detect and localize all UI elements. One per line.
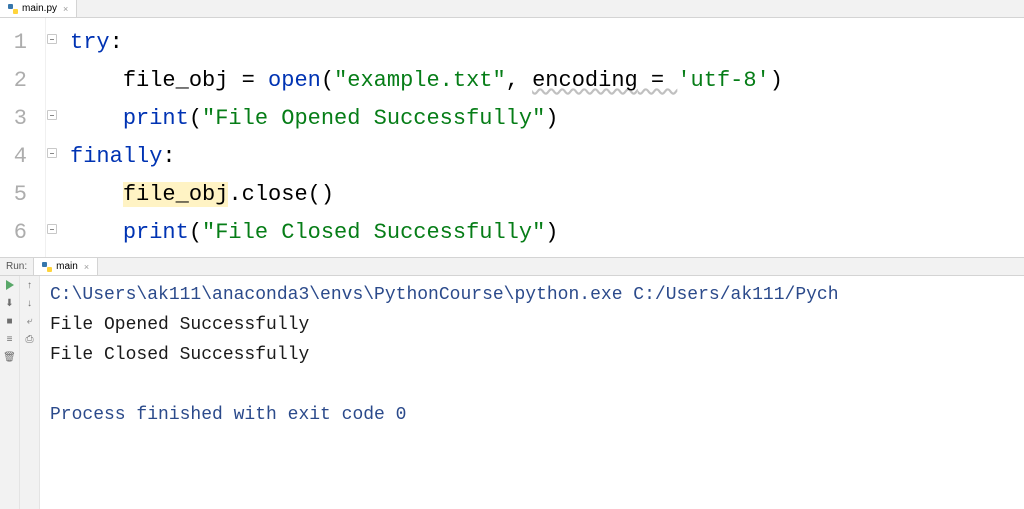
wrap-icon[interactable]: ⤶ <box>24 315 36 327</box>
line-number-gutter: 1 2 3 4 5 6 <box>0 18 46 257</box>
line-number: 4 <box>0 138 27 176</box>
variable: file_obj <box>123 68 229 93</box>
line-number: 3 <box>0 100 27 138</box>
up-icon[interactable]: ↑ <box>24 279 36 291</box>
debug-icon[interactable]: ⬇ <box>4 297 16 309</box>
line-number: 5 <box>0 176 27 214</box>
highlighted-variable: file_obj <box>123 182 229 207</box>
run-icon[interactable] <box>4 279 16 291</box>
fold-icon[interactable] <box>47 148 57 158</box>
string-literal: "example.txt" <box>334 68 506 93</box>
builtin-print: print <box>123 220 189 245</box>
line-number: 2 <box>0 62 27 100</box>
stop-icon[interactable]: ■ <box>4 315 16 327</box>
line-number: 6 <box>0 214 27 252</box>
fold-gutter <box>46 18 62 257</box>
run-tab-main[interactable]: main × <box>33 258 98 275</box>
console-command: C:\Users\ak111\anaconda3\envs\PythonCour… <box>50 285 839 305</box>
code-content[interactable]: try: file_obj = open("example.txt", enco… <box>62 18 1024 257</box>
down-icon[interactable]: ↓ <box>24 297 36 309</box>
run-tab-name: main <box>56 261 78 272</box>
code-editor[interactable]: 1 2 3 4 5 6 try: file_obj = open("exampl… <box>0 18 1024 258</box>
string-literal: "File Opened Successfully" <box>202 106 545 131</box>
builtin-open: open <box>268 68 321 93</box>
run-panel: ⬇ ■ ≡ 🗑 ↑ ↓ ⤶ ⎙ C:\Users\ak111\anaconda3… <box>0 276 1024 509</box>
string-literal: "File Closed Successfully" <box>202 220 545 245</box>
fold-icon[interactable] <box>47 224 57 234</box>
console-output[interactable]: C:\Users\ak111\anaconda3\envs\PythonCour… <box>40 276 1024 509</box>
python-file-icon <box>42 262 52 272</box>
fold-icon[interactable] <box>47 110 57 120</box>
line-number: 1 <box>0 24 27 62</box>
string-literal: 'utf-8' <box>677 68 769 93</box>
close-icon[interactable]: × <box>84 262 89 272</box>
python-file-icon <box>8 4 18 14</box>
run-label: Run: <box>0 261 33 272</box>
method-close: close <box>242 182 308 207</box>
console-exit: Process finished with exit code 0 <box>50 405 406 425</box>
layout-icon[interactable]: ≡ <box>4 333 16 345</box>
run-panel-header: Run: main × <box>0 258 1024 276</box>
run-toolbar-right: ↑ ↓ ⤶ ⎙ <box>20 276 40 509</box>
print-icon[interactable]: ⎙ <box>24 333 36 345</box>
console-line: File Opened Successfully <box>50 315 309 335</box>
fold-icon[interactable] <box>47 34 57 44</box>
editor-tab-filename: main.py <box>22 3 57 14</box>
editor-tab-main[interactable]: main.py × <box>0 0 77 17</box>
keyword-finally: finally <box>70 144 162 169</box>
kwarg-encoding: encoding <box>532 68 638 93</box>
console-line: File Closed Successfully <box>50 345 309 365</box>
run-toolbar-left: ⬇ ■ ≡ 🗑 <box>0 276 20 509</box>
trash-icon[interactable]: 🗑 <box>4 351 16 363</box>
builtin-print: print <box>123 106 189 131</box>
editor-tabs-bar: main.py × <box>0 0 1024 18</box>
close-icon[interactable]: × <box>63 4 68 14</box>
keyword-try: try <box>70 30 110 55</box>
